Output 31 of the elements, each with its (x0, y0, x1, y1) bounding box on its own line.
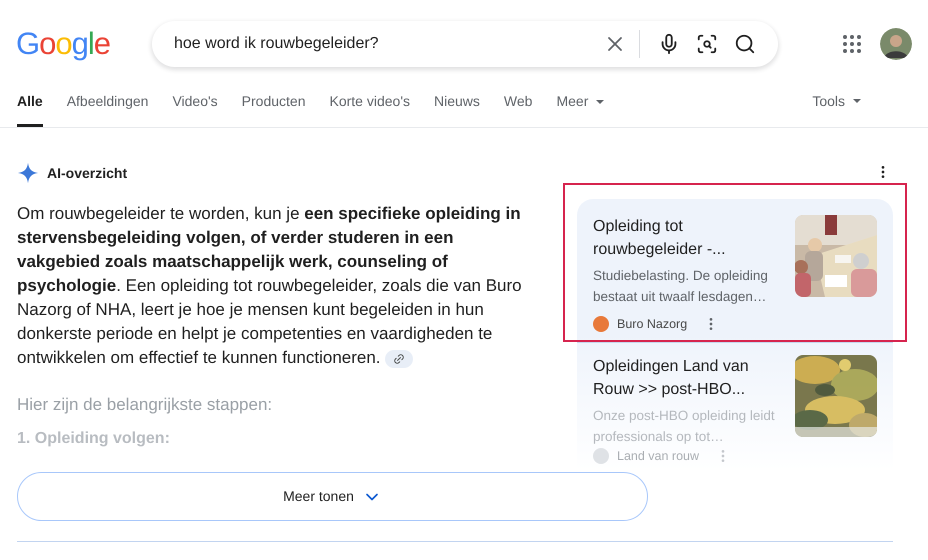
search-tab[interactable]: Nieuws (434, 87, 480, 127)
search-tab[interactable]: Afbeeldingen (66, 87, 148, 127)
search-tab[interactable]: Producten (242, 87, 306, 127)
search-icon[interactable] (734, 33, 756, 55)
search-tab[interactable]: Video's (172, 87, 218, 127)
search-tab[interactable]: Korte video's (330, 87, 410, 127)
search-tab[interactable]: Web (504, 87, 532, 127)
caret-icon (853, 99, 861, 103)
apps-grid-icon[interactable] (840, 32, 864, 56)
link-chip[interactable] (385, 350, 414, 368)
overview-title: AI-overzicht (47, 164, 128, 182)
search-field[interactable]: hoe word ik rouwbegeleider? (174, 32, 603, 56)
overview-paragraph: Om rouwbegeleider te worden, kun je een specifieke opleiding in stervensbegeleiding volgen, of verder studeren in een vakgebied zoals maatschappelijk werk, counseling of psychologie. Een opleiding tot rouwbegeleider, zoals die van Buro Nazorg of NHA, leert je hoe je mensen kunt begeleiden in hun donkerste periode en helpt je competenties en vaardigheden te ontwikkelen om effectief te kunnen functioneren. (17, 203, 523, 370)
site-logo-icon (593, 316, 609, 332)
source-title[interactable]: Opleidingen Land van Rouw >> post-HBO... (593, 354, 783, 401)
camera-search-icon[interactable] (696, 33, 718, 55)
source-name: Land van rouw (617, 448, 700, 465)
steps-heading: Hier zijn de belangrijkste stappen: (17, 394, 274, 416)
sparkle-icon (17, 162, 39, 184)
show-more-button[interactable]: Meer tonen (17, 472, 648, 521)
search-tab[interactable]: Meer (556, 87, 604, 127)
tools-tab[interactable]: Tools (812, 87, 861, 127)
search-tab[interactable]: Alle (17, 87, 43, 127)
avatar-icon[interactable] (880, 28, 912, 60)
source-name: Buro Nazorg (617, 316, 688, 333)
site-logo-icon (593, 448, 609, 464)
source-title[interactable]: Opleiding tot rouwbegeleider -... (593, 215, 783, 261)
logo[interactable]: Google (16, 20, 152, 68)
source-snippet: Onze post-HBO opleiding leidt professionals op tot… (593, 406, 776, 446)
source-snippet: Studiebelasting. De opleiding bestaat uit twaalf lesdagen… (593, 267, 769, 306)
step-heading: 1. Opleiding volgen: (17, 430, 171, 448)
